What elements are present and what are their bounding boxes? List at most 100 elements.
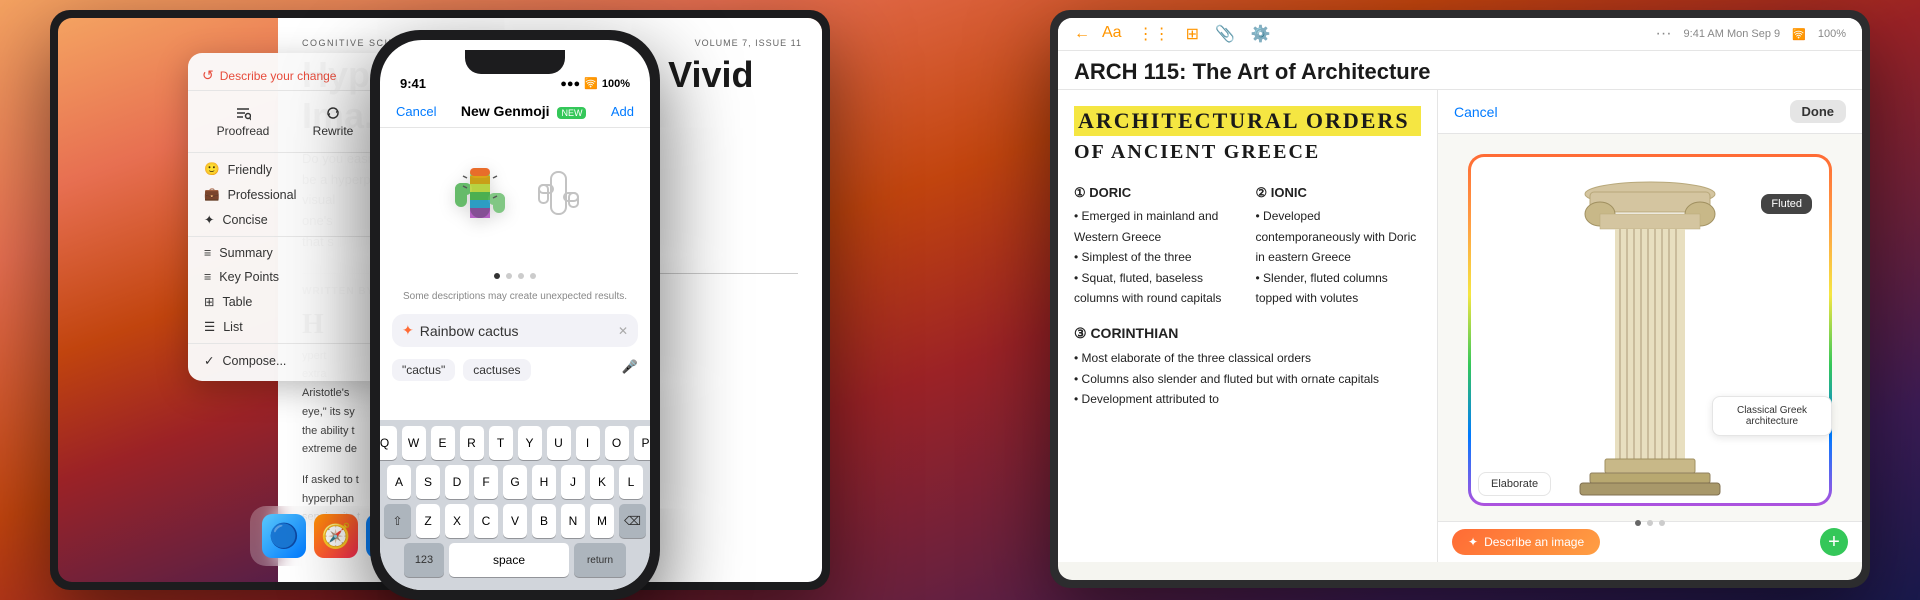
suggestion-cactus[interactable]: "cactus": [392, 359, 455, 381]
mic-icon[interactable]: 🎤: [622, 359, 638, 381]
dock-icon-safari[interactable]: 🧭: [314, 514, 358, 558]
ipad-status-right: ··· 9:41 AM Mon Sep 9 🛜 100%: [1656, 25, 1846, 43]
heading-line1: ARCHITECTURAL ORDERS: [1074, 106, 1421, 136]
rainbow-cactus-emoji[interactable]: [445, 148, 515, 253]
fluted-label[interactable]: Fluted: [1761, 194, 1812, 214]
key-q[interactable]: Q: [380, 426, 397, 460]
ipad-column-panel: Cancel Done: [1438, 90, 1862, 562]
key-m[interactable]: M: [590, 504, 614, 538]
doric-column: ① DORIC • Emerged in mainland and Wester…: [1074, 176, 1240, 308]
table-item[interactable]: ⊞Table: [188, 289, 388, 314]
describe-image-button[interactable]: ✦ Describe an image: [1452, 529, 1600, 555]
corinthian-title: ③ CORINTHIAN: [1074, 322, 1421, 346]
col-dot-3: [1659, 520, 1665, 526]
key-u[interactable]: U: [547, 426, 571, 460]
key-i[interactable]: I: [576, 426, 600, 460]
ipad-front-device: ← Aa ⋮⋮ ⊞ 📎 ⚙️ ··· 9:41 AM Mon Sep 9 🛜 1…: [1050, 10, 1870, 588]
column-dots: [1635, 520, 1665, 526]
key-y[interactable]: Y: [518, 426, 542, 460]
genmoji-search-input[interactable]: Rainbow cactus: [420, 323, 612, 339]
key-j[interactable]: J: [561, 465, 585, 499]
genmoji-emoji-area: [380, 128, 650, 273]
key-space[interactable]: space: [449, 543, 569, 577]
keyboard: Q W E R T Y U I O P A S D F G H: [380, 420, 650, 590]
kb-row-1: Q W E R T Y U I O P: [384, 426, 646, 460]
key-f[interactable]: F: [474, 465, 498, 499]
ionic-title: ② IONIC: [1256, 182, 1422, 204]
key-t[interactable]: T: [489, 426, 513, 460]
key-k[interactable]: K: [590, 465, 614, 499]
classical-label: Classical Greek architecture: [1712, 396, 1832, 436]
ipad-notes-panel: ARCHITECTURAL ORDERS OF ANCIENT GREECE ①…: [1058, 90, 1438, 562]
done-button[interactable]: Done: [1790, 100, 1847, 123]
suggestion-cactuses[interactable]: cactuses: [463, 359, 530, 381]
genmoji-cancel-btn[interactable]: Cancel: [396, 104, 436, 119]
key-v[interactable]: V: [503, 504, 527, 538]
doric-note-3: • Squat, fluted, baseless columns with r…: [1074, 268, 1240, 309]
signal-icon: ●●●: [560, 78, 580, 90]
ipad-wifi-icon: 🛜: [1792, 28, 1806, 41]
dock-icon-finder[interactable]: 🔵: [262, 514, 306, 558]
scene: ↺ Describe your change Proofread Rewrite: [0, 0, 1920, 600]
compose-item[interactable]: ✓Compose...: [188, 348, 388, 373]
plus-button[interactable]: +: [1820, 528, 1848, 556]
kb-row-3: ⇧ Z X C V B N M ⌫: [384, 504, 646, 538]
key-o[interactable]: O: [605, 426, 629, 460]
genmoji-new-badge: NEW: [557, 107, 586, 119]
key-z[interactable]: Z: [416, 504, 440, 538]
concise-item[interactable]: ✦Concise: [188, 207, 388, 232]
toolbar-icon-font[interactable]: Aa: [1102, 24, 1122, 44]
key-w[interactable]: W: [402, 426, 426, 460]
cancel-button[interactable]: Cancel: [1454, 104, 1498, 120]
key-p[interactable]: P: [634, 426, 651, 460]
key-x[interactable]: X: [445, 504, 469, 538]
dot-2: [506, 273, 512, 279]
genmoji-search-bar[interactable]: ✦ Rainbow cactus ✕: [392, 314, 638, 347]
cancel-done-bar: Cancel Done: [1438, 90, 1862, 134]
toolbar-icon-list[interactable]: ⋮⋮: [1138, 24, 1170, 44]
key-shift[interactable]: ⇧: [384, 504, 411, 538]
iphone-notch: [465, 50, 565, 74]
toolbar-icon-settings[interactable]: ⚙️: [1251, 24, 1271, 44]
concise-label: Concise: [222, 213, 267, 227]
genmoji-add-btn[interactable]: Add: [611, 104, 634, 119]
key-r[interactable]: R: [460, 426, 484, 460]
key-a[interactable]: A: [387, 465, 411, 499]
compose-label: Compose...: [222, 354, 286, 368]
key-points-item[interactable]: ≡Key Points: [188, 265, 388, 289]
summary-label: Summary: [219, 246, 272, 260]
key-b[interactable]: B: [532, 504, 556, 538]
dot-3: [518, 273, 524, 279]
key-d[interactable]: D: [445, 465, 469, 499]
key-c[interactable]: C: [474, 504, 498, 538]
key-e[interactable]: E: [431, 426, 455, 460]
key-s[interactable]: S: [416, 465, 440, 499]
toolbar-icon-attach[interactable]: 📎: [1215, 24, 1235, 44]
doric-note-1: • Emerged in mainland and Western Greece: [1074, 206, 1240, 247]
key-return[interactable]: return: [574, 543, 626, 577]
ipad-time: 9:41 AM Mon Sep 9: [1684, 28, 1781, 40]
summary-item[interactable]: ≡Summary: [188, 241, 388, 265]
friendly-label: Friendly: [228, 163, 272, 177]
toolbar-icon-table[interactable]: ⊞: [1186, 24, 1199, 44]
professional-item[interactable]: 💼Professional: [188, 182, 388, 207]
proofread-button[interactable]: Proofread: [198, 99, 288, 144]
key-g[interactable]: G: [503, 465, 527, 499]
describe-change-row[interactable]: ↺ Describe your change: [188, 61, 388, 91]
key-backspace[interactable]: ⌫: [619, 504, 646, 538]
list-item[interactable]: ☰List: [188, 314, 388, 339]
ionic-note-2: • Slender, fluted columns topped with vo…: [1256, 268, 1422, 309]
cactus-emoji-alt: [531, 157, 586, 245]
heading-line2: OF ANCIENT GREECE: [1074, 140, 1421, 164]
iphone-device: 9:41 ●●● 🛜 100% Cancel New Genmoji NEW A…: [370, 30, 660, 600]
clear-search-icon[interactable]: ✕: [618, 324, 628, 338]
corinthian-note-2: • Columns also slender and fluted but wi…: [1074, 369, 1421, 389]
key-l[interactable]: L: [619, 465, 643, 499]
friendly-item[interactable]: 🙂Friendly: [188, 157, 388, 182]
rewrite-button[interactable]: Rewrite: [288, 99, 378, 144]
key-h[interactable]: H: [532, 465, 556, 499]
elaborate-label[interactable]: Elaborate: [1478, 472, 1551, 496]
key-n[interactable]: N: [561, 504, 585, 538]
key-numbers[interactable]: 123: [404, 543, 444, 577]
ipad-back-button[interactable]: ←: [1074, 25, 1090, 43]
